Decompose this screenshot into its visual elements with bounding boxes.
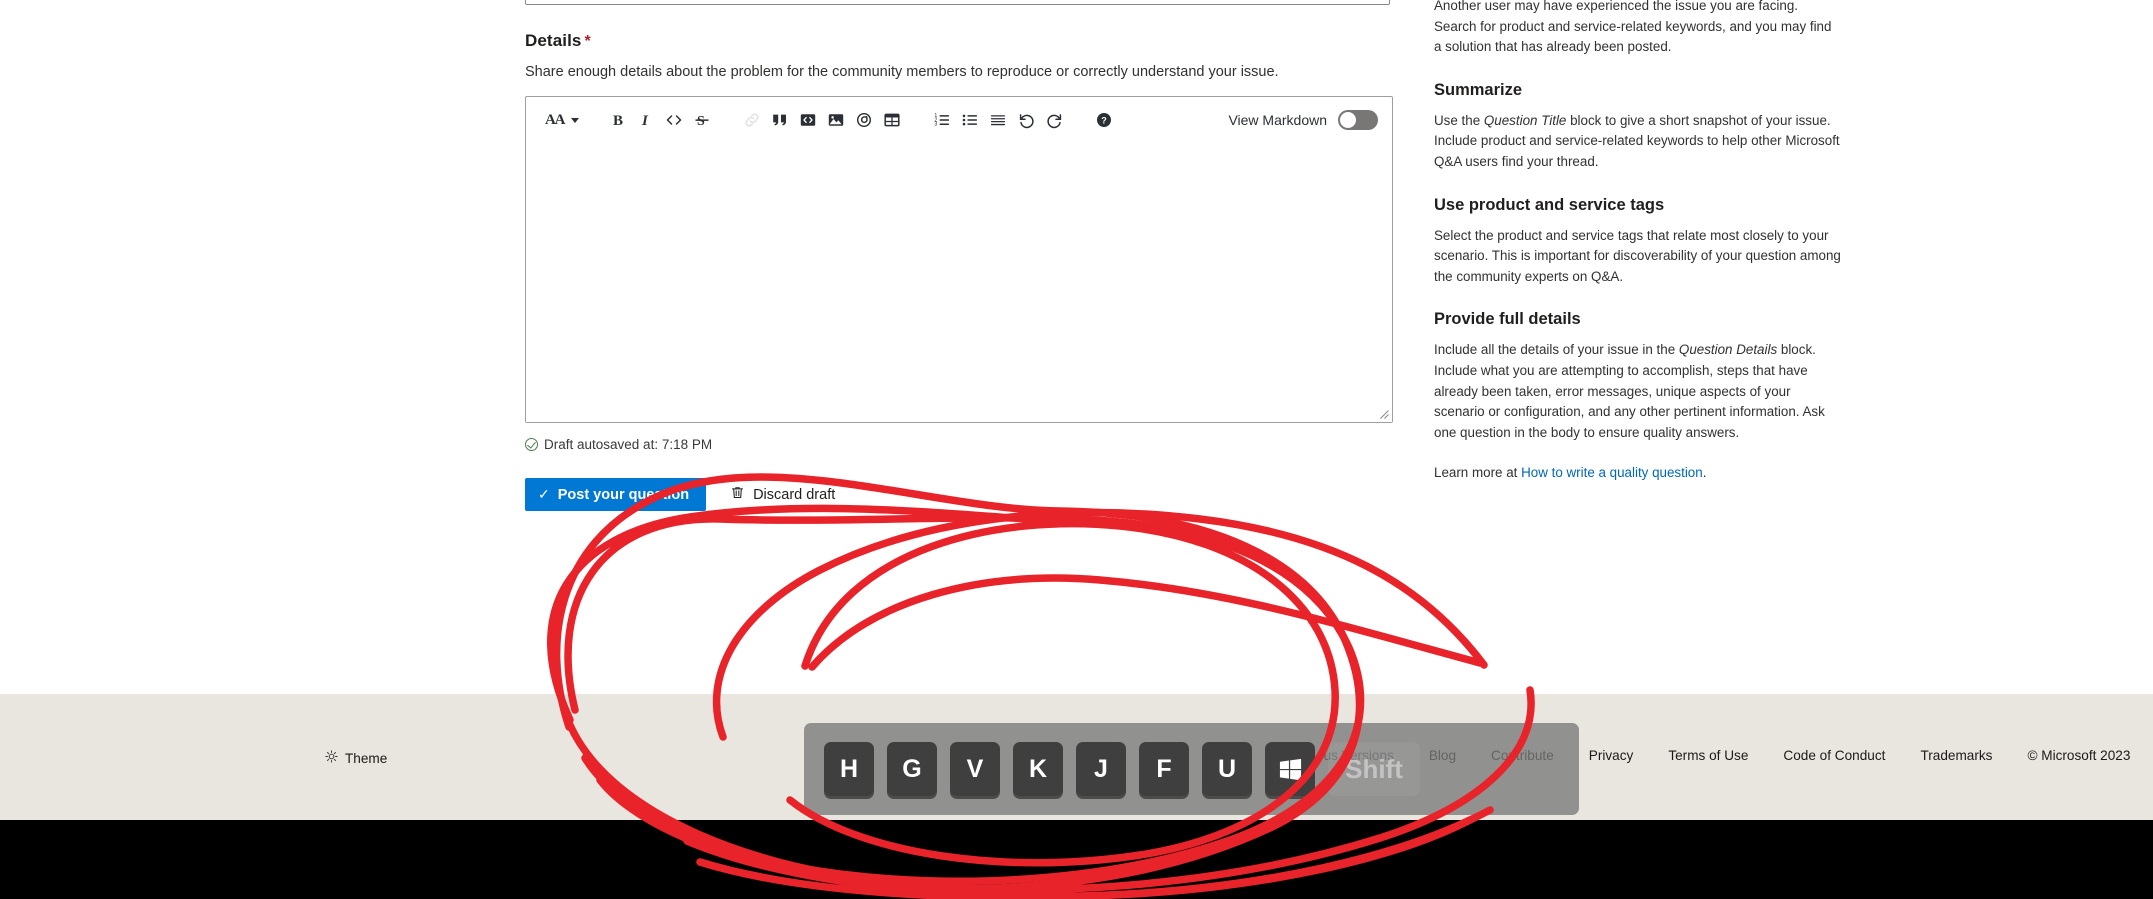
theme-switcher-button[interactable]: Theme (325, 750, 387, 766)
discard-draft-label: Discard draft (753, 486, 836, 503)
footer-link-trademarks[interactable]: Trademarks (1920, 748, 1992, 763)
guidance-body-tags: Select the product and service tags that… (1434, 227, 1841, 284)
post-question-label: Post your question (557, 486, 690, 503)
image-icon[interactable] (822, 106, 850, 134)
ordered-list-icon[interactable]: 123 (928, 106, 956, 134)
italic-icon[interactable]: I (632, 106, 660, 134)
details-field-label: Details * (525, 30, 1393, 53)
link-icon[interactable] (738, 106, 766, 134)
key-j: J (1076, 742, 1126, 796)
guidance-heading-details: Provide full details (1434, 310, 1581, 329)
form-actions: ✓ Post your question Discard draft (525, 478, 1393, 511)
details-help-text: Share enough details about the problem f… (525, 64, 1279, 80)
footer-link-terms-of-use[interactable]: Terms of Use (1668, 748, 1748, 763)
attachment-icon[interactable] (850, 106, 878, 134)
key-f: F (1139, 742, 1189, 796)
black-bottom-band (0, 820, 2153, 899)
key-h: H (824, 742, 874, 796)
details-textarea[interactable] (526, 143, 1392, 422)
inline-code-icon[interactable] (660, 106, 688, 134)
shift-key: Shift (1328, 742, 1420, 796)
sun-icon (325, 750, 338, 766)
guidance-body-0-start: Use the (1434, 112, 1484, 128)
guidance-sidebar: Another user may have experienced the is… (1434, 0, 1842, 484)
svg-text:S: S (697, 114, 705, 129)
theme-label: Theme (345, 750, 388, 766)
learn-more-prefix: Learn more at (1434, 465, 1522, 481)
undo-icon[interactable] (1012, 106, 1040, 134)
view-markdown-label: View Markdown (1228, 112, 1327, 128)
guidance-heading-tags: Use product and service tags (1434, 195, 1665, 214)
details-form-section: Details * Share enough details about the … (525, 30, 1393, 511)
font-size-icon[interactable]: AA (542, 112, 582, 129)
key-u: U (1202, 742, 1252, 796)
trash-icon (730, 485, 745, 504)
guidance-learn-more: Learn more at How to write a quality que… (1434, 463, 1842, 484)
view-markdown-toggle[interactable] (1338, 110, 1378, 130)
guidance-body-details: Include all the details of your issue in… (1434, 340, 1842, 443)
horizontal-rule-icon[interactable] (984, 106, 1012, 134)
quality-question-link[interactable]: How to write a quality question (1521, 465, 1703, 480)
footer-copyright: © Microsoft 2023 (2027, 748, 2131, 763)
chevron-down-icon (571, 117, 580, 123)
quote-icon[interactable] (766, 106, 794, 134)
font-size-label: AA (545, 111, 565, 128)
question-editor-page: Details * Share enough details about the … (0, 0, 2153, 899)
key-g: G (887, 742, 937, 796)
key-k: K (1013, 742, 1063, 796)
resize-handle-icon[interactable] (1376, 406, 1389, 419)
strikethrough-icon[interactable]: S (688, 106, 716, 134)
footer-link-code-of-conduct[interactable]: Code of Conduct (1783, 748, 1885, 763)
details-label-text: Details (525, 31, 582, 50)
keystroke-overlay: H G V K J F U Shift (804, 723, 1579, 815)
guidance-body-2-em: Question Details (1678, 342, 1778, 358)
markdown-editor: AA B I S 1 2 3 ? View Markdown (525, 96, 1393, 423)
table-icon[interactable] (878, 106, 906, 134)
post-question-button[interactable]: ✓ Post your question (525, 478, 707, 511)
view-markdown-control: View Markdown (1228, 110, 1378, 130)
guidance-body-summarize: Use the Question Title block to give a s… (1434, 111, 1842, 173)
check-icon: ✓ (538, 486, 550, 502)
autosave-text: Draft autosaved at: 7:18 PM (544, 437, 713, 452)
guidance-body-2-start: Include all the details of your issue in… (1434, 342, 1679, 358)
question-title-input[interactable] (525, 0, 1390, 5)
key-v: V (950, 742, 1000, 796)
guidance-intro: Another user may have experienced the is… (1434, 0, 1832, 55)
check-circle-icon (525, 438, 538, 451)
editor-toolbar: AA B I S 1 2 3 ? View Markdown (526, 97, 1392, 143)
guidance-body-0-em: Question Title (1483, 112, 1567, 128)
discard-draft-button[interactable]: Discard draft (726, 478, 839, 511)
svg-text:3: 3 (935, 122, 938, 128)
redo-icon[interactable] (1040, 106, 1068, 134)
required-asterisk: * (584, 33, 591, 50)
guidance-heading-summarize: Summarize (1434, 80, 1523, 99)
svg-text:?: ? (1102, 116, 1108, 126)
toggle-knob (1340, 112, 1356, 128)
help-icon[interactable]: ? (1090, 106, 1118, 134)
windows-key-icon (1265, 742, 1315, 796)
learn-more-suffix: . (1702, 465, 1707, 481)
autosave-status: Draft autosaved at: 7:18 PM (525, 437, 1393, 452)
unordered-list-icon[interactable] (956, 106, 984, 134)
svg-text:B: B (613, 113, 623, 129)
code-block-icon[interactable] (794, 106, 822, 134)
svg-text:I: I (641, 113, 649, 129)
bold-icon[interactable]: B (604, 106, 632, 134)
footer-link-privacy[interactable]: Privacy (1589, 748, 1634, 763)
